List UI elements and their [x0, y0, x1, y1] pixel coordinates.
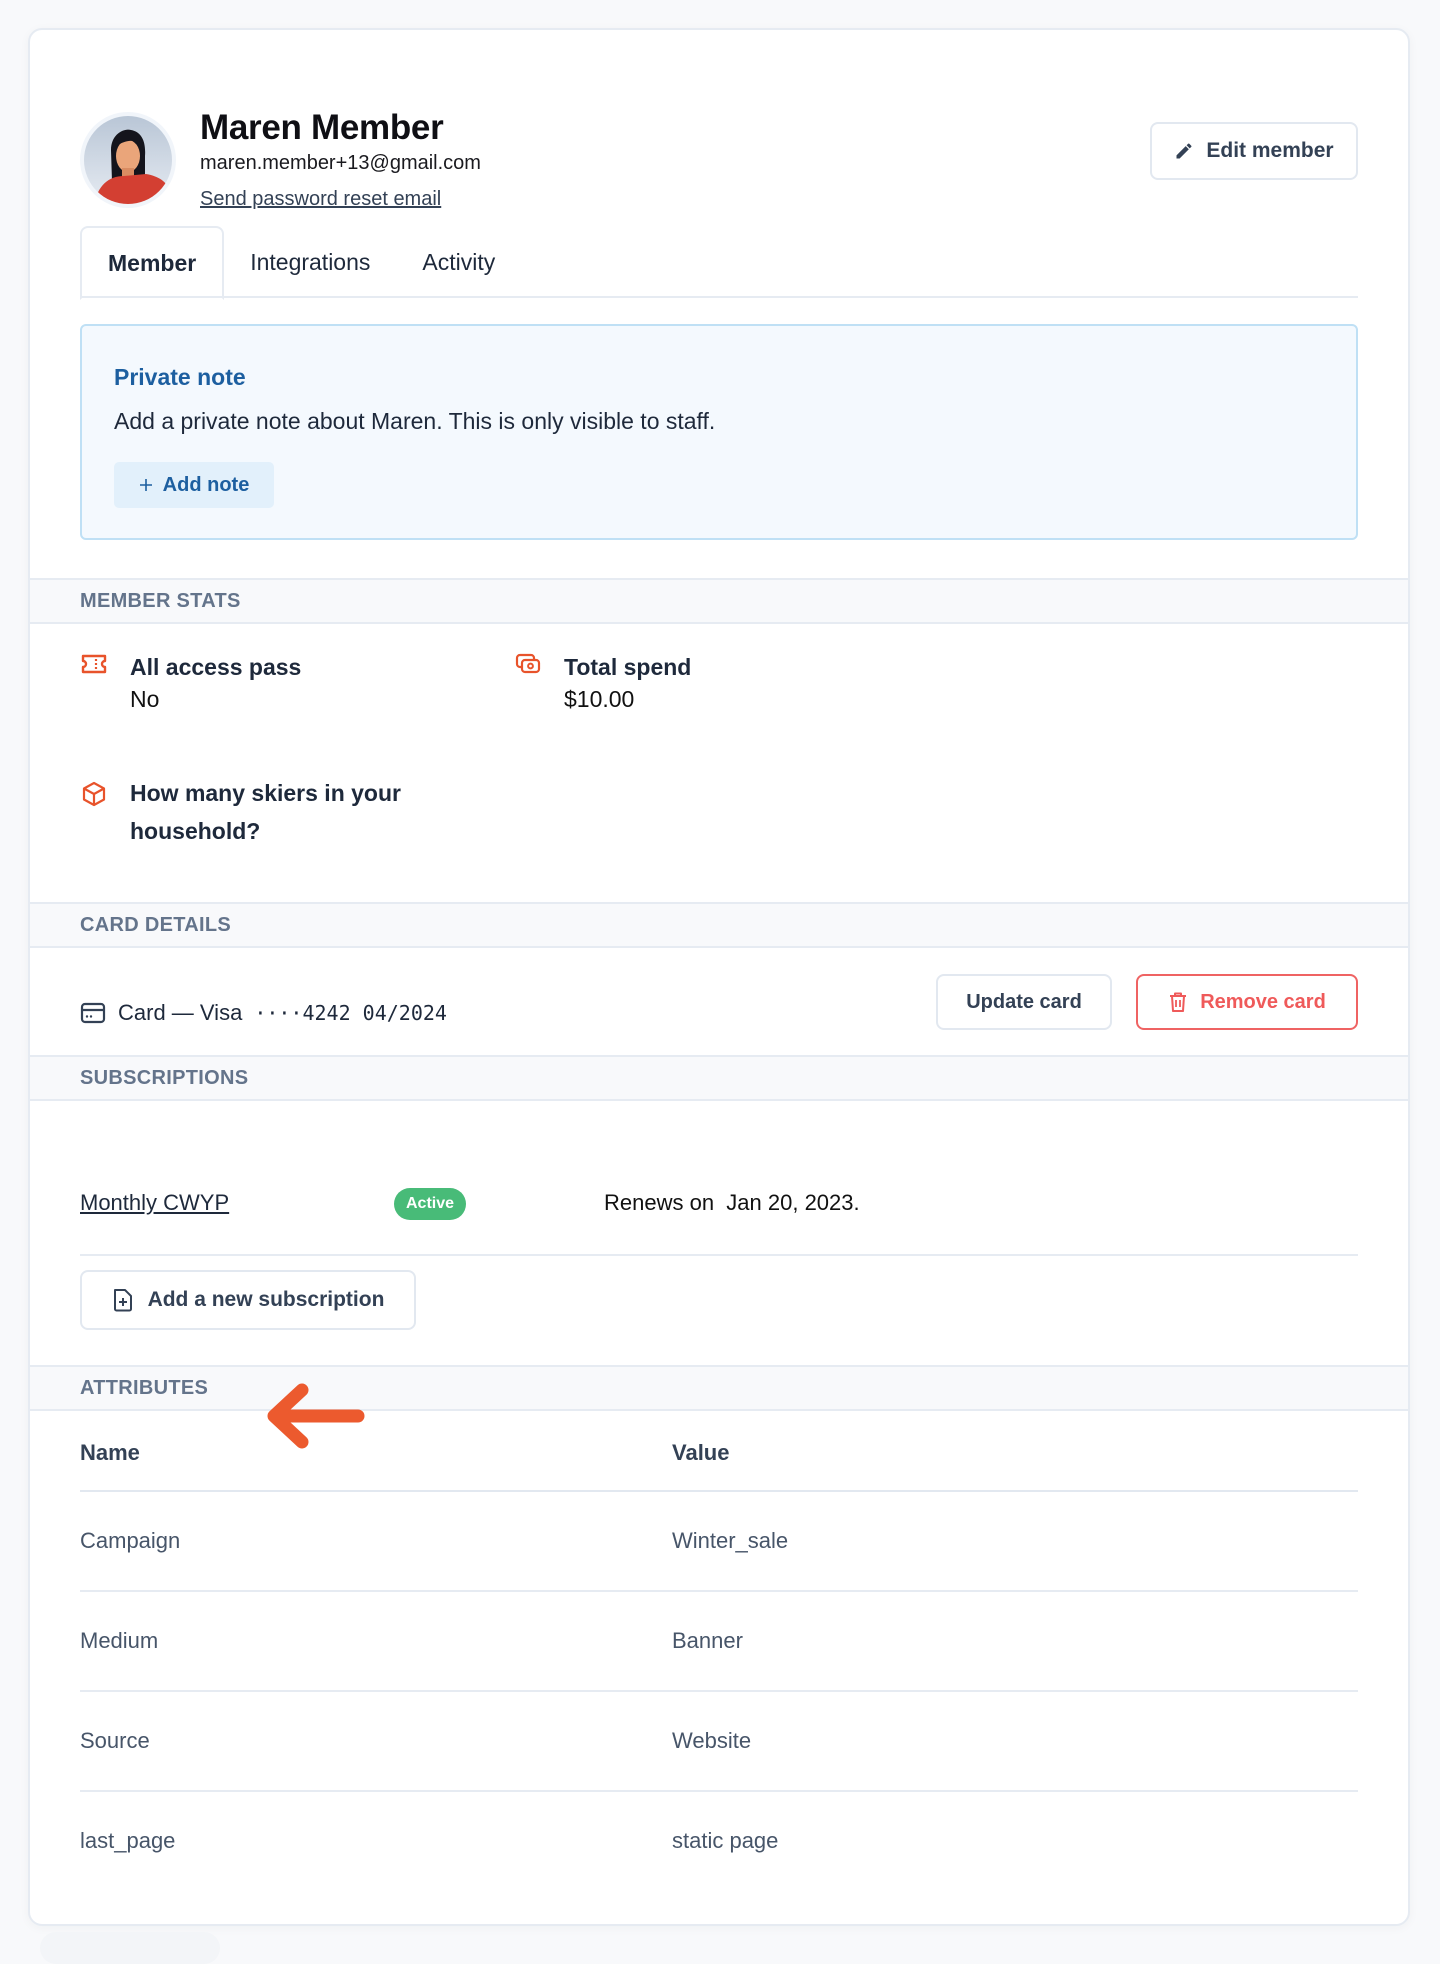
add-note-button[interactable]: Add note [114, 462, 274, 508]
card-details-row: Card — Visa ····4242 04/2024 Update card… [80, 974, 1358, 1054]
section-header-attributes: ATTRIBUTES [30, 1365, 1408, 1411]
column-header-value: Value [672, 1440, 730, 1465]
add-subscription-label: Add a new subscription [147, 1288, 385, 1311]
subscription-row: Monthly CWYP Active Renews on Jan 20, 20… [80, 1150, 1358, 1256]
tab-integrations[interactable]: Integrations [224, 226, 396, 298]
remove-card-label: Remove card [1200, 990, 1326, 1013]
member-detail-card: Maren Member maren.member+13@gmail.com S… [28, 28, 1410, 1926]
stat-value: No [130, 686, 160, 712]
attribute-name: Medium [80, 1628, 159, 1653]
section-header-subscriptions: SUBSCRIPTIONS [30, 1055, 1408, 1101]
plus-icon [139, 479, 152, 491]
table-row: Campaign Winter_sale [80, 1492, 1358, 1592]
section-header-card-details: CARD DETAILS [30, 902, 1408, 948]
card-number-expiry: ····4242 04/2024 [254, 1001, 447, 1025]
status-badge: Active [394, 1188, 467, 1220]
attribute-value: Winter_sale [672, 1528, 789, 1553]
stat-value: $10.00 [564, 686, 635, 712]
stat-label: How many skiers in your household? [130, 780, 401, 844]
tab-bar: Member Integrations Activity [80, 226, 1358, 300]
edit-member-button[interactable]: Edit member [1150, 122, 1358, 180]
cube-icon [82, 781, 106, 807]
avatar-illustration-icon [94, 129, 168, 204]
stat-label: All access pass [130, 654, 302, 680]
add-subscription-button[interactable]: Add a new subscription [80, 1270, 416, 1330]
pencil-icon [1176, 143, 1192, 159]
update-card-button[interactable]: Update card [936, 974, 1112, 1030]
attribute-name: Campaign [80, 1528, 181, 1553]
table-row: Medium Banner [80, 1592, 1358, 1692]
column-header-name: Name [80, 1440, 140, 1465]
ticket-icon [81, 654, 107, 674]
attribute-name: Source [80, 1728, 150, 1753]
stat-label: Total spend [564, 654, 692, 680]
private-note-description: Add a private note about Maren. This is … [114, 408, 716, 434]
attributes-table: Name Value Campaign Winter_sale Medium B… [80, 1414, 1358, 1892]
remove-card-button[interactable]: Remove card [1136, 974, 1358, 1030]
attribute-name: last_page [80, 1828, 176, 1853]
file-plus-icon [113, 1289, 132, 1312]
trash-icon [1170, 992, 1187, 1012]
avatar [80, 112, 176, 208]
credit-card-icon [80, 1002, 106, 1024]
send-password-reset-link[interactable]: Send password reset email [200, 188, 441, 211]
add-note-label: Add note [162, 473, 250, 496]
tab-member[interactable]: Member [80, 226, 225, 300]
money-icon [515, 653, 541, 674]
tab-activity[interactable]: Activity [396, 226, 521, 298]
card-info: Card — Visa ····4242 04/2024 [80, 1000, 447, 1026]
private-note-title: Private note [114, 364, 246, 390]
footer-placeholder [40, 1932, 220, 1964]
table-header: Name Value [80, 1414, 1358, 1492]
table-row: last_page static page [80, 1792, 1358, 1892]
member-name: Maren Member [200, 108, 444, 147]
member-email: maren.member+13@gmail.com [200, 152, 481, 174]
edit-member-label: Edit member [1206, 139, 1334, 162]
table-row: Source Website [80, 1692, 1358, 1792]
member-header: Maren Member maren.member+13@gmail.com S… [80, 84, 1358, 214]
section-header-member-stats: MEMBER STATS [30, 578, 1408, 624]
attribute-value: Website [672, 1728, 752, 1753]
subscription-name-link[interactable]: Monthly CWYP [80, 1190, 229, 1216]
attribute-value: Banner [672, 1628, 743, 1653]
private-note-panel: Private note Add a private note about Ma… [80, 324, 1358, 540]
card-brand: Card — Visa [118, 1000, 243, 1025]
attribute-value: static page [672, 1828, 779, 1853]
subscription-renewal-date: Renews on Jan 20, 2023. [604, 1190, 860, 1215]
